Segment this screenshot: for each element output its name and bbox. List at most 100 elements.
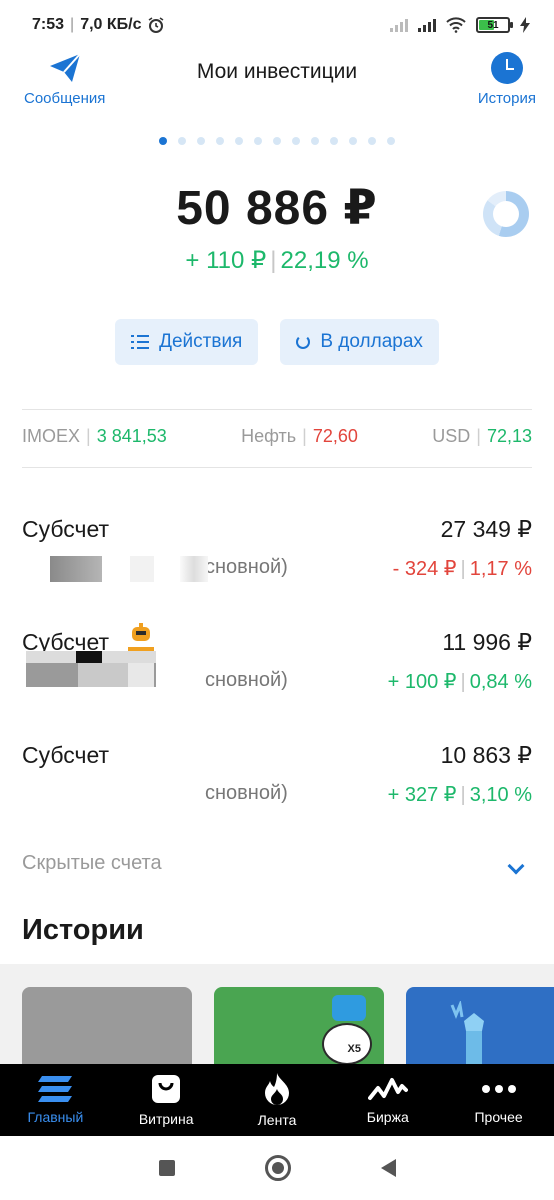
status-net-speed: 7,0 КБ/с xyxy=(80,16,142,33)
tab-feed[interactable]: Лента xyxy=(222,1072,332,1128)
redacted-block xyxy=(78,663,128,687)
account-subtitle: сновной) xyxy=(205,556,288,578)
balance-change-abs: + 110 ₽ xyxy=(185,247,267,274)
tab-main[interactable]: Главный xyxy=(0,1075,110,1125)
story-card[interactable] xyxy=(406,987,554,1064)
tab-label: Главный xyxy=(27,1108,84,1125)
status-time: 7:53 xyxy=(32,16,65,33)
tab-exchange[interactable]: Биржа xyxy=(333,1076,443,1125)
messages-label: Сообщения xyxy=(24,90,106,107)
portfolio-donut-icon[interactable] xyxy=(483,191,529,237)
pager-dot[interactable] xyxy=(387,137,395,145)
battery-level: 51 xyxy=(487,19,499,31)
account-change: - 324 ₽ | 1,17 % xyxy=(392,558,532,580)
index-oil[interactable]: Нефть | 72,60 xyxy=(241,426,358,447)
index-name: Нефть xyxy=(241,426,297,446)
pager-dot[interactable] xyxy=(311,137,319,145)
tab-label: Биржа xyxy=(366,1108,409,1125)
battery-icon: 51 xyxy=(476,17,513,33)
account-change-abs: + 100 ₽ xyxy=(387,671,457,693)
account-change-abs: - 324 ₽ xyxy=(392,558,457,580)
pager-dot[interactable] xyxy=(159,137,167,145)
divider xyxy=(22,467,532,468)
story-card[interactable]: X5 xyxy=(214,987,384,1064)
wifi-icon xyxy=(446,17,466,33)
list-icon xyxy=(131,335,150,349)
page-title: Мои инвестиции xyxy=(196,60,358,83)
shopping-bag-icon xyxy=(152,1074,181,1103)
pager-dot[interactable] xyxy=(178,137,186,145)
account-row[interactable]: Субсчет сновной) 27 349 ₽ - 324 ₽ | 1,17 % xyxy=(22,516,532,606)
account-row[interactable]: Субсчет сновной) 11 996 ₽ + 100 ₽ | 0,84 % xyxy=(22,623,532,719)
account-change-pct: 3,10 % xyxy=(469,784,532,806)
signal-icon xyxy=(418,18,436,32)
pulse-chart-icon xyxy=(367,1077,408,1100)
chat-bubble-icon xyxy=(332,995,366,1021)
account-subtitle: сновной) xyxy=(205,669,288,691)
status-left: 7:53 | 7,0 КБ/с xyxy=(32,16,165,34)
hidden-accounts-toggle[interactable]: Скрытые счета xyxy=(22,852,532,882)
pager-dot[interactable] xyxy=(273,137,281,145)
redacted-block xyxy=(50,556,102,582)
stories-heading: Истории xyxy=(22,914,144,946)
statue-of-liberty-icon xyxy=(450,1001,484,1064)
status-right: 51 xyxy=(390,17,530,33)
back-button[interactable] xyxy=(380,1159,396,1177)
flame-icon xyxy=(264,1072,289,1105)
divider xyxy=(22,409,532,410)
recents-button[interactable] xyxy=(158,1160,175,1176)
pager-dot[interactable] xyxy=(330,137,338,145)
history-button[interactable]: История xyxy=(478,52,536,107)
account-row[interactable]: Субсчет сновной) 10 863 ₽ + 327 ₽ | 3,10 % xyxy=(22,742,532,832)
status-bar: 7:53 | 7,0 КБ/с 51 xyxy=(0,0,554,50)
balance-change: + 110 ₽ | 22,19 % xyxy=(0,246,554,275)
actions-label: Действия xyxy=(159,331,243,352)
redacted-block xyxy=(180,556,208,582)
index-usd[interactable]: USD | 72,13 xyxy=(432,426,532,447)
market-indices: IMOEX | 3 841,53 Нефть | 72,60 USD | 72,… xyxy=(22,426,532,447)
tab-more[interactable]: Прочее xyxy=(444,1076,554,1125)
pager-dot[interactable] xyxy=(254,137,262,145)
system-nav-bar xyxy=(0,1136,554,1200)
in-dollars-label: В долларах xyxy=(320,331,423,352)
charging-icon xyxy=(520,17,530,33)
tab-label: Прочее xyxy=(474,1108,523,1125)
action-buttons: Действия В долларах xyxy=(0,319,554,365)
hidden-accounts-label: Скрытые счета xyxy=(22,852,162,874)
pager-dot[interactable] xyxy=(235,137,243,145)
more-dots-icon xyxy=(481,1084,516,1093)
story-card[interactable] xyxy=(22,987,192,1064)
pager-dot[interactable] xyxy=(216,137,224,145)
account-change-pct: 1,17 % xyxy=(469,558,532,580)
account-change: + 100 ₽ | 0,84 % xyxy=(387,671,532,693)
clock-icon xyxy=(490,52,523,84)
history-label: История xyxy=(477,90,536,107)
home-stack-icon xyxy=(38,1075,73,1102)
in-dollars-button[interactable]: В долларах xyxy=(280,319,439,365)
index-imoex[interactable]: IMOEX | 3 841,53 xyxy=(22,426,167,447)
actions-button[interactable]: Действия xyxy=(115,319,259,365)
tab-showcase[interactable]: Витрина xyxy=(111,1074,221,1127)
account-value: 11 996 ₽ xyxy=(442,629,532,655)
total-balance: 50 886 ₽ xyxy=(176,182,378,235)
pager-dot[interactable] xyxy=(368,137,376,145)
account-subtitle: сновной) xyxy=(205,782,288,804)
page-indicator xyxy=(0,137,554,145)
pager-dot[interactable] xyxy=(292,137,300,145)
account-change-pct: 0,84 % xyxy=(469,671,532,693)
home-button[interactable] xyxy=(264,1155,291,1181)
pager-dot[interactable] xyxy=(349,137,357,145)
app-header: Сообщения Мои инвестиции История xyxy=(0,50,554,130)
separator: | xyxy=(270,247,277,274)
account-name: Субсчет xyxy=(22,742,110,768)
index-name: IMOEX xyxy=(22,426,81,446)
account-change: + 327 ₽ | 3,10 % xyxy=(387,784,532,806)
pager-dot[interactable] xyxy=(197,137,205,145)
signal-icon xyxy=(390,18,408,32)
refresh-icon xyxy=(296,335,311,349)
alarm-icon xyxy=(149,17,164,33)
stories-carousel[interactable]: X5 xyxy=(0,964,554,1064)
index-value: 72,13 xyxy=(486,426,532,446)
account-value: 27 349 ₽ xyxy=(440,516,532,542)
redacted-block xyxy=(130,556,154,582)
